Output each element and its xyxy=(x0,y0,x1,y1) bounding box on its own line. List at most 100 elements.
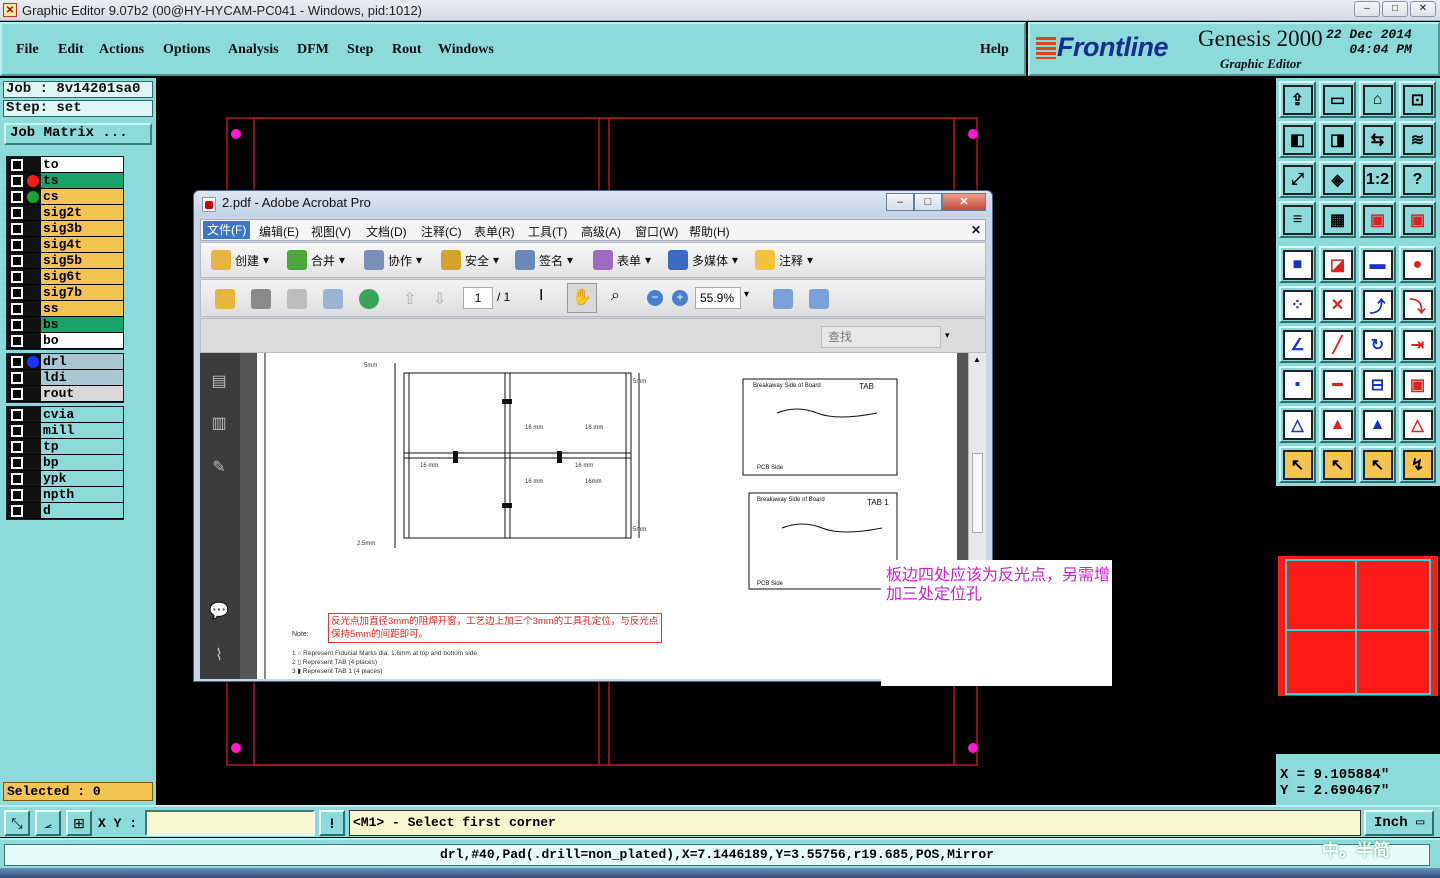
sign-button[interactable]: 签名 ▾ xyxy=(515,250,573,270)
layer-name[interactable]: cvia xyxy=(41,407,123,422)
save-icon[interactable] xyxy=(287,289,307,309)
layer-name[interactable]: cs xyxy=(41,189,123,204)
layer-checkbox[interactable] xyxy=(11,270,23,283)
pointer-box-button[interactable]: ↖ xyxy=(1319,446,1356,483)
email-icon[interactable] xyxy=(323,289,343,309)
ruler-button[interactable]: ▬ xyxy=(1359,246,1396,283)
layer-checkbox[interactable] xyxy=(11,387,23,400)
layer-name[interactable]: drl xyxy=(41,354,123,369)
select-text-icon[interactable]: I xyxy=(539,287,543,305)
unit-selector[interactable]: Inch ▭ xyxy=(1364,810,1434,836)
menu-help[interactable]: Help xyxy=(980,42,1009,58)
secure-button[interactable]: 安全 ▾ xyxy=(441,250,499,270)
settings-button[interactable]: ≡ xyxy=(1279,201,1316,238)
layer-name[interactable]: sig7b xyxy=(41,285,123,300)
acrobat-menu-edit[interactable]: 编辑(E) xyxy=(259,223,299,240)
layer-name[interactable]: sig4t xyxy=(41,237,123,252)
layer-name[interactable]: sig5b xyxy=(41,253,123,268)
layer-row-drl[interactable]: drl xyxy=(7,354,123,370)
acrobat-menu-help[interactable]: 帮助(H) xyxy=(689,223,730,240)
fit-page-icon[interactable] xyxy=(809,289,829,309)
acrobat-menu-file[interactable]: 文件(F) xyxy=(203,221,251,239)
triangle-bold-button[interactable]: ▲ xyxy=(1359,406,1396,443)
open-folder-icon[interactable] xyxy=(215,289,235,309)
bookmarks-panel-icon[interactable]: ▥ xyxy=(209,413,229,433)
acrobat-menu-window[interactable]: 窗口(W) xyxy=(635,223,678,240)
split-tool-button[interactable]: ⇥ xyxy=(1399,326,1436,363)
close-button[interactable]: ✕ xyxy=(1410,1,1436,17)
layer-row-sig3b[interactable]: sig3b xyxy=(7,221,123,237)
acrobat-menu-forms[interactable]: 表单(R) xyxy=(474,223,515,240)
zoom-level-input[interactable]: 55.9% xyxy=(695,287,741,309)
panel-minimap[interactable] xyxy=(1276,486,1440,754)
hand-tool-icon[interactable]: ✋ xyxy=(567,283,597,313)
menu-analysis[interactable]: Analysis xyxy=(228,42,279,58)
search-dropdown-icon[interactable]: ▾ xyxy=(945,330,950,341)
layer-row-ts[interactable]: ts xyxy=(7,173,123,189)
layer-row-mill[interactable]: mill xyxy=(7,423,123,439)
move-to-top-button[interactable]: ⇪ xyxy=(1279,81,1316,118)
zoom-dropdown-icon[interactable]: ▾ xyxy=(744,289,749,300)
zoom-out-icon[interactable]: − xyxy=(647,290,663,306)
center-view-button[interactable]: ◈ xyxy=(1319,161,1356,198)
grid-button[interactable]: ⊞ xyxy=(66,810,92,836)
connect-nodes-button[interactable]: ⁘ xyxy=(1279,286,1316,323)
combine-button[interactable]: 合并 ▾ xyxy=(287,250,345,270)
redraw-button[interactable]: ≋ xyxy=(1399,121,1436,158)
layer-row-bo[interactable]: bo xyxy=(7,333,123,349)
slash-line-button[interactable]: ╱ xyxy=(1319,326,1356,363)
help-button[interactable]: ? xyxy=(1399,161,1436,198)
layer-name[interactable]: mill xyxy=(41,423,123,438)
layer-row-sig7b[interactable]: sig7b xyxy=(7,285,123,301)
layer-name[interactable]: bp xyxy=(41,455,123,470)
angle-line-button[interactable]: ∠ xyxy=(1279,326,1316,363)
layer-row-ypk[interactable]: ypk xyxy=(7,471,123,487)
menu-rout[interactable]: Rout xyxy=(392,42,422,58)
layer-name[interactable]: to xyxy=(41,157,123,172)
collaborate-button[interactable]: 协作 ▾ xyxy=(364,250,422,270)
layer-checkbox[interactable] xyxy=(11,472,23,485)
layer-checkbox[interactable] xyxy=(11,371,23,384)
layer-row-ldi[interactable]: ldi xyxy=(7,370,123,386)
acrobat-window[interactable]: 2.pdf - Adobe Acrobat Pro – □ ✕ 文件(F) 编辑… xyxy=(193,190,993,682)
prev-page-icon[interactable]: ⇧ xyxy=(403,289,416,309)
home-button[interactable]: ⌂ xyxy=(1359,81,1396,118)
layer-row-cvia[interactable]: cvia xyxy=(7,407,123,423)
layer-row-to[interactable]: to xyxy=(7,157,123,173)
rotate-arc-button[interactable]: ↻ xyxy=(1359,326,1396,363)
layer-name[interactable]: d xyxy=(41,503,123,518)
layer-name[interactable]: ypk xyxy=(41,471,123,486)
menu-dfm[interactable]: DFM xyxy=(297,42,329,58)
acrobat-menu-document[interactable]: 文档(D) xyxy=(366,223,407,240)
layer-row-bs[interactable]: bs xyxy=(7,317,123,333)
comment-button[interactable]: 注释 ▾ xyxy=(755,250,813,270)
layer-row-npth[interactable]: npth xyxy=(7,487,123,503)
grid-view-button[interactable]: ▦ xyxy=(1319,201,1356,238)
zoom-toggle-button[interactable]: ⇆ xyxy=(1359,121,1396,158)
layer-checkbox[interactable] xyxy=(11,318,23,331)
layer-row-sig2t[interactable]: sig2t xyxy=(7,205,123,221)
layer-checkbox[interactable] xyxy=(11,408,23,421)
acrobat-maximize-button[interactable]: □ xyxy=(914,193,942,211)
layer-row-ss[interactable]: ss xyxy=(7,301,123,317)
layer-name[interactable]: sig3b xyxy=(41,221,123,236)
menu-actions[interactable]: Actions xyxy=(99,42,144,58)
layer-checkbox[interactable] xyxy=(11,334,23,347)
layer-checkbox[interactable] xyxy=(11,440,23,453)
fit-screen-button[interactable]: ⤢ xyxy=(1279,161,1316,198)
document-area[interactable]: 5mm 2.5mm 16 mm 16 mm 16 mm 16mm 16 mm 1… xyxy=(240,353,986,679)
layer-checkbox[interactable] xyxy=(11,158,23,171)
cross-cut-button[interactable]: ✕ xyxy=(1319,286,1356,323)
layer-checkbox[interactable] xyxy=(11,254,23,267)
comments-panel-icon[interactable]: 💬 xyxy=(209,601,229,621)
next-page-icon[interactable]: ⇩ xyxy=(433,289,446,309)
node-square-button[interactable]: ▪ xyxy=(1279,366,1316,403)
zoom-tool-icon[interactable]: ⌕ xyxy=(611,287,620,305)
acrobat-menu-advanced[interactable]: 高级(A) xyxy=(581,223,621,240)
layer-row-bp[interactable]: bp xyxy=(7,455,123,471)
diagonal-line-button[interactable]: ◪ xyxy=(1319,246,1356,283)
acrobat-menu-tools[interactable]: 工具(T) xyxy=(528,223,567,240)
fit-width-icon[interactable] xyxy=(773,289,793,309)
layer-row-sig5b[interactable]: sig5b xyxy=(7,253,123,269)
pad-select-button[interactable]: ■ xyxy=(1279,246,1316,283)
